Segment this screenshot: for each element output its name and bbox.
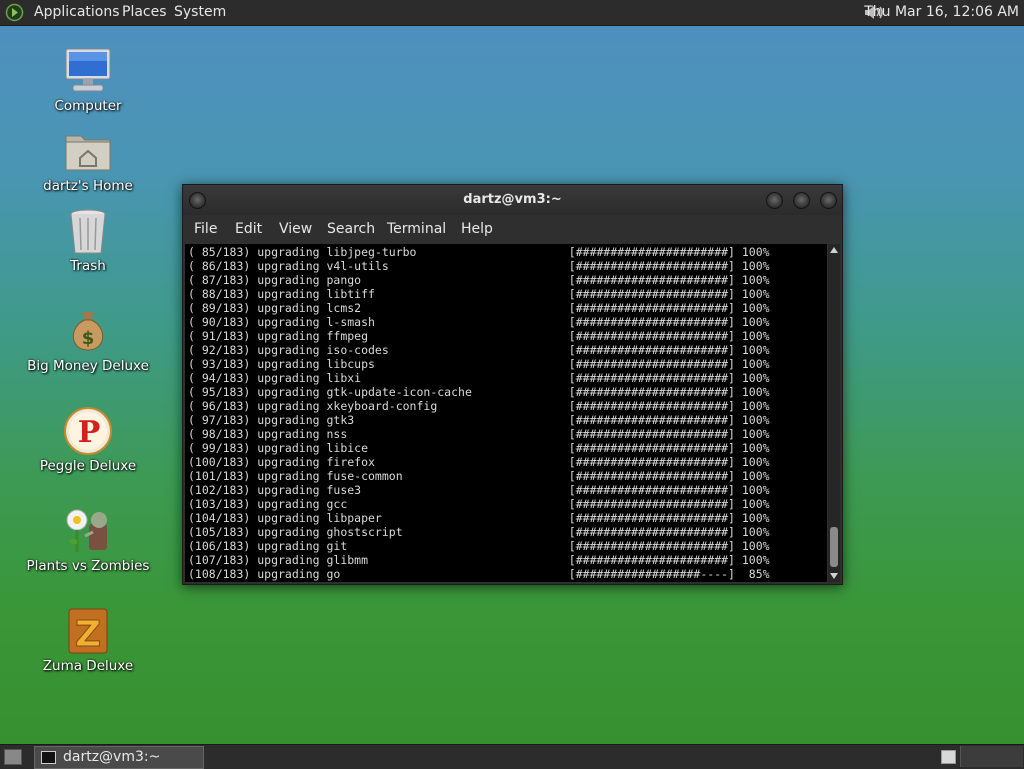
zuma-icon: Z: [63, 606, 113, 656]
menu-terminal[interactable]: Terminal: [387, 215, 446, 244]
terminal-line: (105/183) upgrading ghostscript [#######…: [188, 525, 770, 539]
workspace-2[interactable]: [960, 746, 1023, 767]
terminal-text: ( 85/183) upgrading libjpeg-turbo [#####…: [188, 245, 770, 581]
minimize-button[interactable]: [766, 192, 783, 209]
close-button[interactable]: [820, 192, 837, 209]
desktop-icon-label: Big Money Deluxe: [27, 358, 149, 374]
desktop-icon-label: Peggle Deluxe: [39, 458, 137, 474]
terminal-line: (102/183) upgrading fuse3 [#############…: [188, 483, 770, 497]
terminal-line: (101/183) upgrading fuse-common [#######…: [188, 469, 770, 483]
terminal-icon: [41, 751, 56, 764]
menu-view[interactable]: View: [279, 215, 312, 244]
terminal-menubar: File Edit View Search Terminal Help: [183, 215, 842, 243]
terminal-line: ( 85/183) upgrading libjpeg-turbo [#####…: [188, 245, 770, 259]
terminal-scrollbar[interactable]: [828, 244, 840, 582]
clock[interactable]: Thu Mar 16, 12:06 AM: [864, 0, 1019, 25]
desktop-icon-label: Trash: [70, 258, 106, 274]
trash-icon: [63, 206, 113, 256]
desktop-icon-home[interactable]: dartz's Home: [23, 126, 153, 194]
terminal-line: ( 98/183) upgrading nss [###############…: [188, 427, 770, 441]
terminal-line: (100/183) upgrading firefox [###########…: [188, 455, 770, 469]
applications-menu[interactable]: Applications: [34, 0, 120, 25]
bottom-panel: dartz@vm3:~: [0, 744, 1024, 769]
terminal-line: ( 91/183) upgrading ffmpeg [############…: [188, 329, 770, 343]
terminal-line: ( 96/183) upgrading xkeyboard-config [##…: [188, 399, 770, 413]
scroll-down-arrow-icon[interactable]: [830, 573, 838, 579]
terminal-line: ( 95/183) upgrading gtk-update-icon-cach…: [188, 385, 770, 399]
terminal-output[interactable]: ( 85/183) upgrading libjpeg-turbo [#####…: [185, 244, 827, 582]
terminal-line: (106/183) upgrading git [###############…: [188, 539, 770, 553]
workspace-1[interactable]: [941, 750, 956, 764]
plants-vs-zombies-icon: [63, 506, 113, 556]
computer-icon: [63, 46, 113, 96]
terminal-line: ( 87/183) upgrading pango [#############…: [188, 273, 770, 287]
top-panel: Applications Places System Thu Mar 16, 1…: [0, 0, 1024, 26]
desktop-icon-big-money[interactable]: $ Big Money Deluxe: [23, 306, 153, 374]
menu-edit[interactable]: Edit: [235, 215, 262, 244]
money-bag-icon: $: [63, 306, 113, 356]
desktop-icon-label: Zuma Deluxe: [42, 658, 134, 674]
terminal-line: ( 90/183) upgrading l-smash [###########…: [188, 315, 770, 329]
svg-text:Z: Z: [75, 614, 101, 655]
taskbar-item-terminal[interactable]: dartz@vm3:~: [34, 746, 204, 769]
terminal-line: (103/183) upgrading gcc [###############…: [188, 497, 770, 511]
scrollbar-thumb[interactable]: [830, 527, 838, 567]
taskbar-item-label: dartz@vm3:~: [63, 749, 161, 765]
peggle-icon: P: [63, 406, 113, 456]
svg-text:P: P: [78, 415, 101, 450]
terminal-line: ( 93/183) upgrading libcups [###########…: [188, 357, 770, 371]
menu-help[interactable]: Help: [461, 215, 493, 244]
scroll-up-arrow-icon[interactable]: [830, 247, 838, 253]
terminal-line: ( 89/183) upgrading lcms2 [#############…: [188, 301, 770, 315]
applications-logo-icon[interactable]: [5, 3, 24, 22]
terminal-line: ( 86/183) upgrading v4l-utils [#########…: [188, 259, 770, 273]
places-menu[interactable]: Places: [122, 0, 167, 25]
terminal-line: (108/183) upgrading go [################…: [188, 567, 770, 581]
desktop-icon-computer[interactable]: Computer: [23, 46, 153, 114]
desktop-icon-zuma[interactable]: Z Zuma Deluxe: [23, 606, 153, 674]
window-titlebar[interactable]: dartz@vm3:~: [183, 185, 842, 215]
desktop-icon-label: dartz's Home: [43, 178, 133, 194]
menu-file[interactable]: File: [194, 215, 217, 244]
terminal-line: ( 99/183) upgrading libice [############…: [188, 441, 770, 455]
desktop-icon-trash[interactable]: Trash: [23, 206, 153, 274]
svg-text:$: $: [82, 328, 95, 349]
window-title: dartz@vm3:~: [463, 192, 562, 207]
desktop-icon-label: Computer: [54, 98, 122, 114]
terminal-line: ( 94/183) upgrading libxi [#############…: [188, 371, 770, 385]
show-desktop-icon[interactable]: [4, 749, 22, 765]
terminal-window[interactable]: dartz@vm3:~ File Edit View Search Termin…: [182, 184, 843, 585]
menu-search[interactable]: Search: [327, 215, 375, 244]
home-folder-icon: [63, 126, 113, 176]
terminal-line: (107/183) upgrading glibmm [############…: [188, 553, 770, 567]
desktop-icon-plants-vs-zombies[interactable]: Plants vs Zombies: [23, 506, 153, 574]
terminal-line: (104/183) upgrading libpaper [##########…: [188, 511, 770, 525]
maximize-button[interactable]: [793, 192, 810, 209]
terminal-line: ( 92/183) upgrading iso-codes [#########…: [188, 343, 770, 357]
system-menu[interactable]: System: [174, 0, 226, 25]
terminal-line: ( 88/183) upgrading libtiff [###########…: [188, 287, 770, 301]
desktop-icon-peggle[interactable]: P Peggle Deluxe: [23, 406, 153, 474]
terminal-line: ( 97/183) upgrading gtk3 [##############…: [188, 413, 770, 427]
desktop-icon-label: Plants vs Zombies: [26, 558, 150, 574]
